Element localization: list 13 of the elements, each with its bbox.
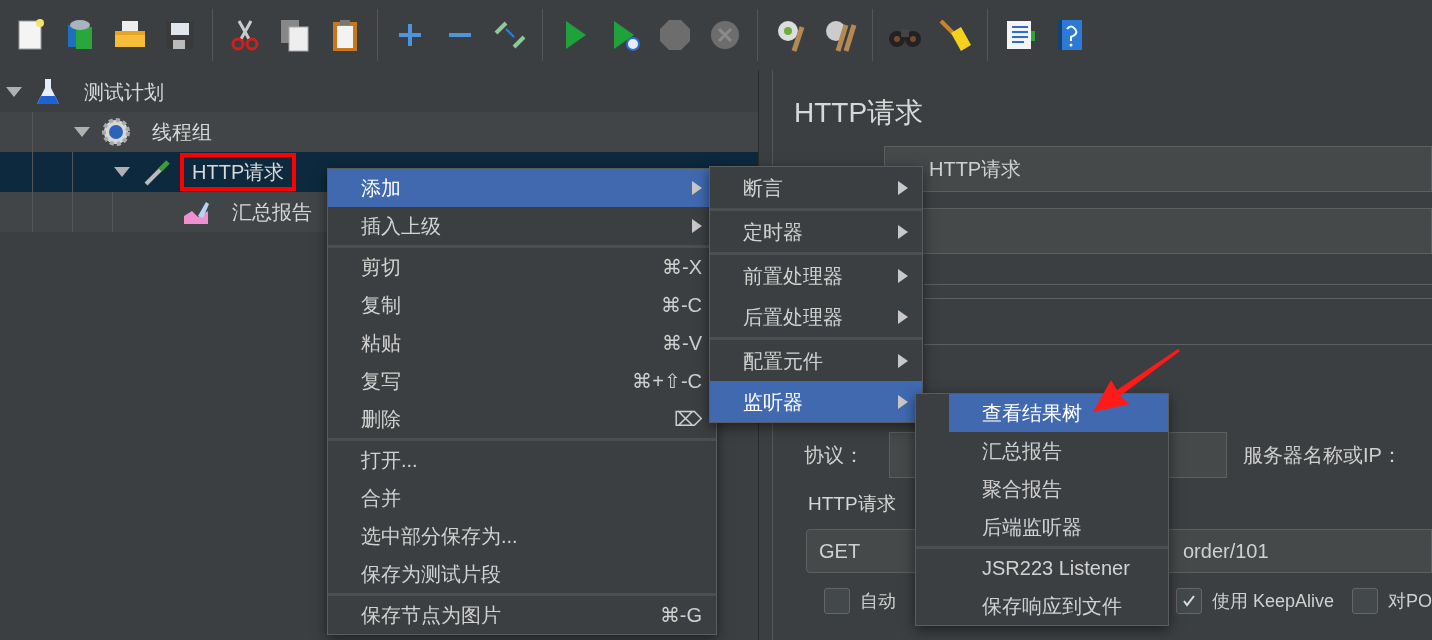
- editor-title: HTTP请求: [794, 96, 925, 130]
- shortcut-label: ⌘-V: [662, 331, 702, 356]
- server-label: 服务器名称或IP：: [1243, 443, 1402, 468]
- shortcut-label: ⌘-X: [662, 255, 702, 280]
- checkbox-label: 使用 KeepAlive: [1212, 589, 1335, 613]
- shortcut-label: ⌘-C: [660, 293, 702, 318]
- checkbox-label: 对PO: [1388, 589, 1432, 613]
- shortcut-label: ⌘+⇧-C: [632, 369, 702, 394]
- checkbox-label: 自动: [860, 589, 896, 613]
- section-legend: HTTP请求: [808, 489, 896, 519]
- shortcut-label: ⌦: [674, 407, 702, 432]
- protocol-label: 协议：: [804, 443, 865, 468]
- shortcut-label: ⌘-G: [659, 603, 702, 628]
